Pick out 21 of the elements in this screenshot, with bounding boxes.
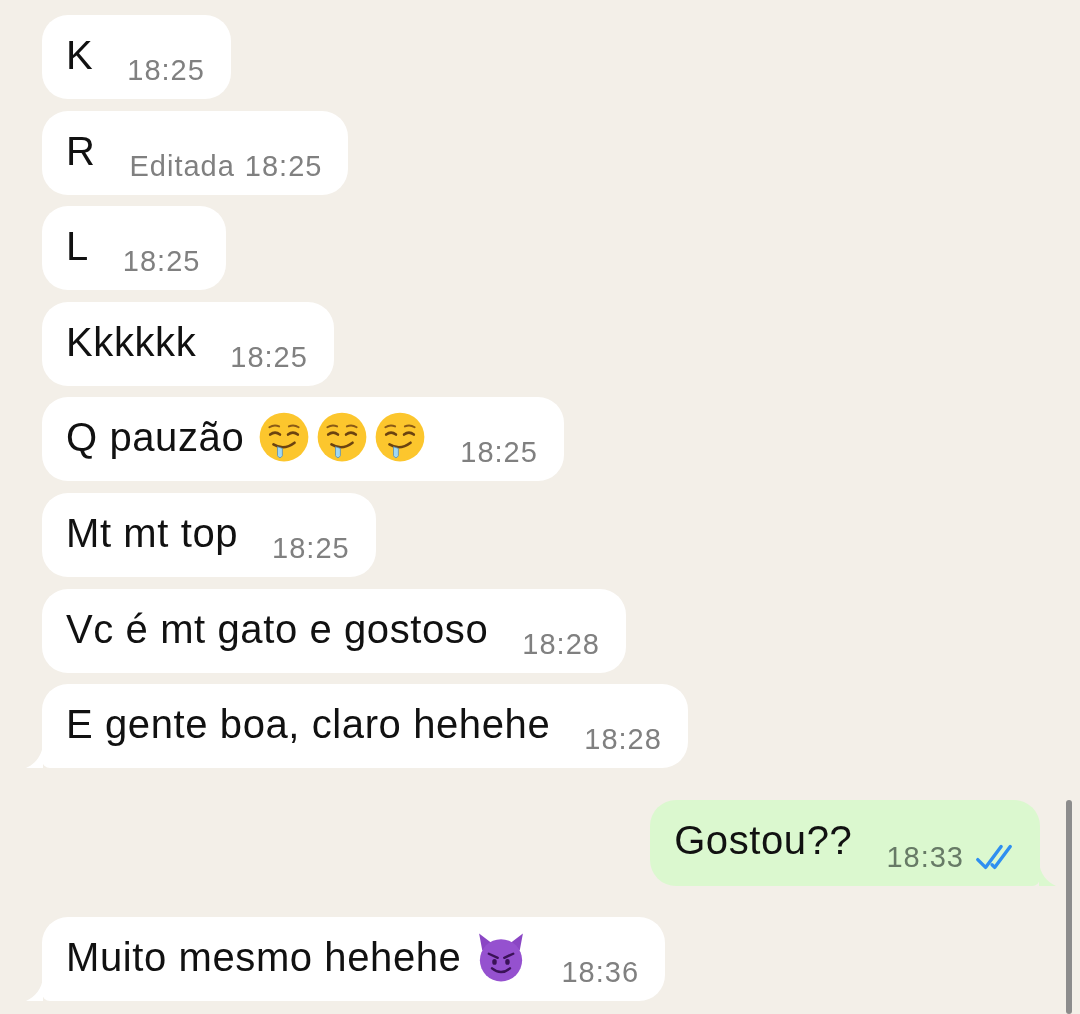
- message-text: Muito mesmo hehehe: [66, 934, 462, 982]
- message-text: Vc é mt gato e gostoso: [66, 605, 489, 653]
- message-text: Q pauzão: [66, 414, 245, 462]
- message-time: 18:25: [127, 53, 205, 87]
- message-text: Kkkkkk: [66, 318, 197, 366]
- message-text: Gostou??: [674, 816, 853, 864]
- message-time: 18:36: [561, 955, 640, 990]
- message-time: 18:25: [244, 148, 323, 183]
- message-time: 18:25: [122, 244, 201, 279]
- message-text: E gente boa, claro hehehe: [66, 701, 551, 749]
- message-text: R: [66, 127, 96, 175]
- message-text: L: [66, 223, 89, 271]
- message-text: Mt mt top: [66, 509, 239, 557]
- edited-label: Editada: [129, 148, 235, 183]
- message-time: 18:25: [230, 339, 308, 374]
- message-time: 18:33: [886, 839, 964, 874]
- message-time: 18:25: [272, 530, 350, 565]
- message-text: K: [66, 32, 94, 79]
- message-time: 18:25: [460, 435, 538, 470]
- message-time: 18:28: [522, 626, 600, 661]
- message-time: 18:28: [584, 722, 662, 757]
